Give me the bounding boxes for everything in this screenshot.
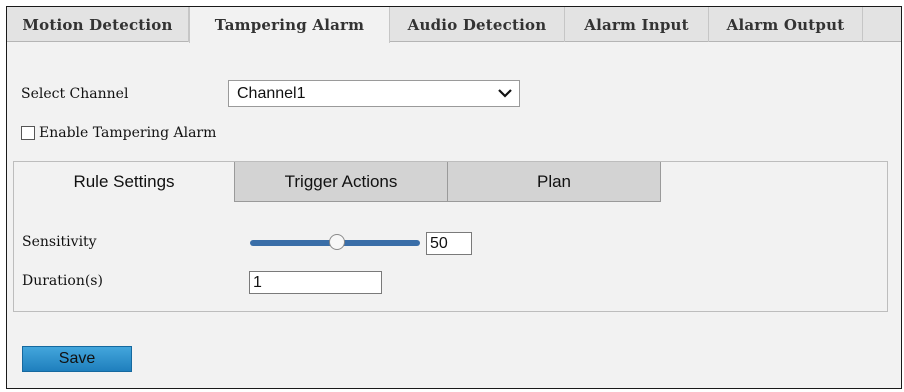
channel-select-value: Channel1: [237, 85, 306, 102]
tab-motion-detection[interactable]: Motion Detection: [7, 7, 189, 42]
duration-label: Duration(s): [22, 273, 103, 289]
enable-tampering-checkbox[interactable]: [21, 126, 35, 140]
chevron-down-icon: [498, 89, 512, 98]
top-tab-bar: Motion Detection Tampering Alarm Audio D…: [7, 7, 901, 43]
save-button[interactable]: Save: [22, 346, 132, 372]
sensitivity-input[interactable]: 50: [426, 232, 472, 255]
tab-rule-settings[interactable]: Rule Settings: [14, 162, 235, 202]
tab-alarm-output[interactable]: Alarm Output: [709, 7, 863, 42]
tab-alarm-input[interactable]: Alarm Input: [565, 7, 709, 42]
tab-audio-detection[interactable]: Audio Detection: [390, 7, 565, 42]
duration-input[interactable]: 1: [249, 271, 382, 294]
enable-tampering-label: Enable Tampering Alarm: [39, 125, 217, 141]
slider-thumb[interactable]: [329, 234, 345, 250]
sensitivity-label: Sensitivity: [22, 234, 97, 250]
tab-plan[interactable]: Plan: [448, 162, 661, 202]
channel-select[interactable]: Channel1: [228, 80, 520, 107]
tab-tampering-alarm[interactable]: Tampering Alarm: [189, 7, 390, 43]
tab-trigger-actions[interactable]: Trigger Actions: [235, 162, 448, 202]
select-channel-label: Select Channel: [21, 86, 129, 102]
sensitivity-slider[interactable]: [250, 234, 420, 250]
